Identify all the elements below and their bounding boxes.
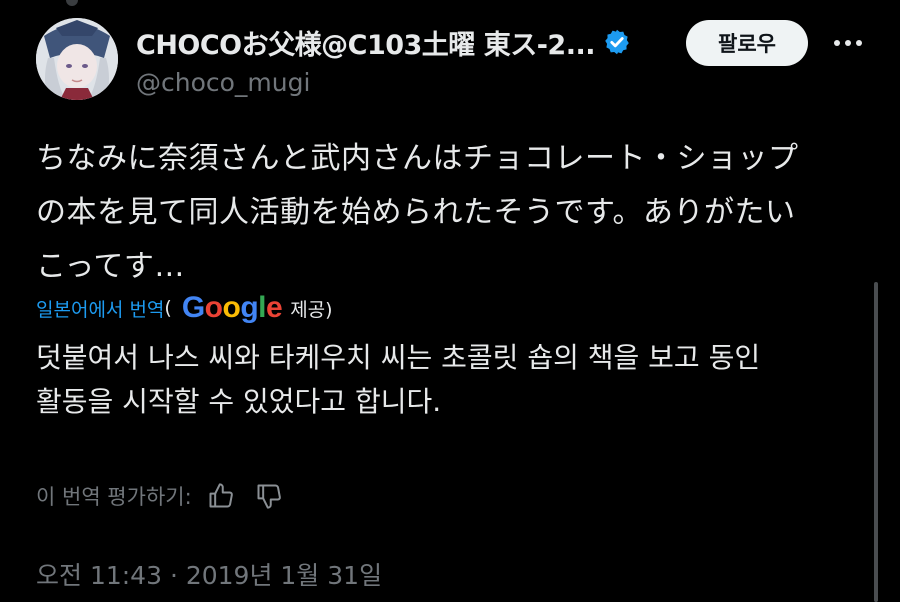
tweet-timestamp[interactable]: 오전 11:43 · 2019년 1월 31일 — [36, 556, 382, 592]
rate-translation-row: 이 번역 평가하기: — [36, 476, 300, 516]
verified-badge-icon[interactable] — [603, 28, 631, 56]
tweet-text-line: ちなみに奈須さんと武内さんはチョコレート・ショップ — [36, 141, 799, 176]
open-paren: ( — [164, 297, 172, 319]
rate-translation-label: 이 번역 평가하기: — [36, 485, 192, 509]
google-logo: Google — [181, 291, 283, 324]
translation-attribution: 일본어에서 번역 ( Google 제공) — [36, 288, 333, 328]
tweet-text-line: こってす… — [36, 249, 185, 284]
translated-from-link[interactable]: 일본어에서 번역 — [36, 295, 164, 322]
scrollbar[interactable] — [874, 282, 878, 602]
display-name[interactable]: CHOCOお父様@C103土曜 東ス-2... — [136, 23, 595, 62]
author-info: CHOCOお父様@C103土曜 東ス-2... @choco_mugi — [136, 24, 656, 97]
follow-button[interactable]: 팔로우 — [686, 20, 808, 66]
more-icon[interactable] — [828, 26, 868, 60]
avatar[interactable] — [36, 18, 118, 100]
translated-text-line: 덧붙여서 나스 씨와 타케우치 씨는 초콜릿 숍의 책을 보고 동인 — [36, 341, 761, 374]
avatar-image — [36, 18, 118, 100]
handle[interactable]: @choco_mugi — [136, 68, 656, 97]
translated-text: 덧붙여서 나스 씨와 타케우치 씨는 초콜릿 숍의 책을 보고 동인 활동을 시… — [36, 336, 866, 424]
thumbs-up-icon[interactable] — [204, 479, 238, 513]
tweet-header: CHOCOお父様@C103土曜 東ス-2... @choco_mugi 팔로우 — [36, 18, 876, 108]
provided-by-label: 제공) — [290, 298, 333, 321]
thumbs-down-icon[interactable] — [252, 479, 286, 513]
translated-text-line: 활동을 시작할 수 있었다고 합니다. — [36, 385, 442, 418]
tweet-text-line: の本を見て同人活動を始められたそうです。ありがたい — [36, 195, 796, 230]
top-indicator-dot — [66, 0, 78, 6]
tweet-text: ちなみに奈須さんと武内さんはチョコレート・ショップ の本を見て同人活動を始められ… — [36, 132, 866, 294]
display-name-row: CHOCOお父様@C103土曜 東ス-2... — [136, 23, 656, 62]
